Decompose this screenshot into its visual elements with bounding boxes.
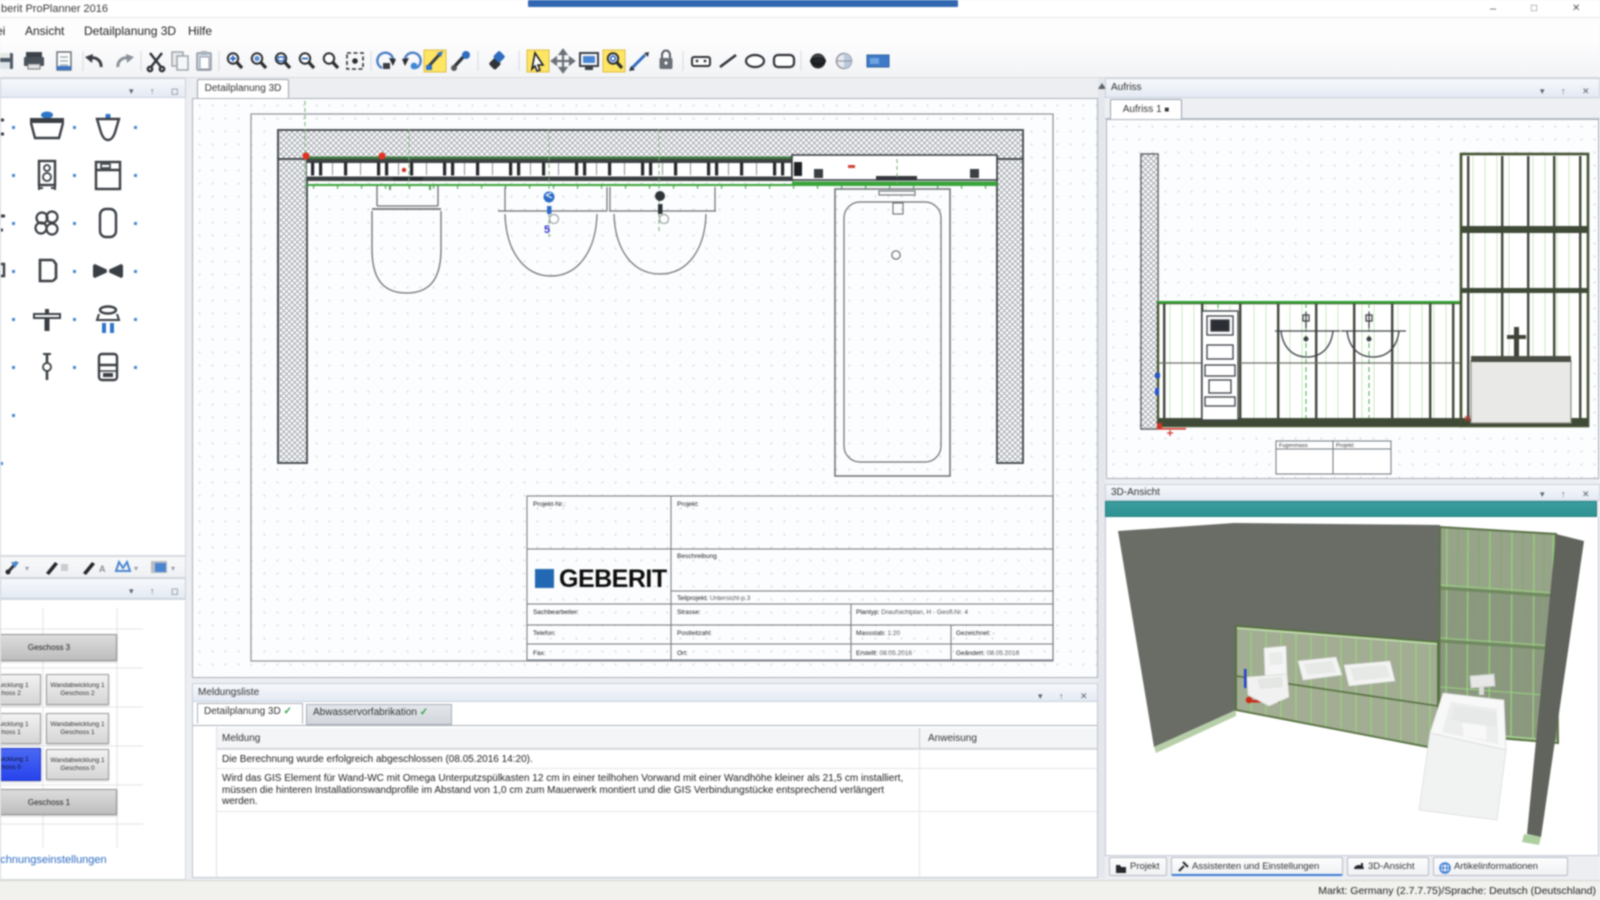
svg-text:Gezeichnet: -: Gezeichnet: - [956, 630, 995, 637]
svg-text:Projekt-Nr.:: Projekt-Nr.: [533, 501, 566, 508]
svg-text:Erstellt: 08.05.2016: Erstellt: 08.05.2016 [856, 650, 912, 657]
svg-text:▾: ▾ [171, 564, 175, 573]
svg-text:Sachbearbeiter:: Sachbearbeiter: [533, 609, 579, 616]
svg-text:Fugenmass: Fugenmass [1279, 443, 1308, 449]
svg-text:Teilprojekt: Untersicht-p 3: Teilprojekt: Untersicht-p 3 [677, 595, 751, 602]
svg-text:Projekt:: Projekt: [1336, 443, 1355, 449]
svg-text:Strasse:: Strasse: [677, 609, 701, 616]
svg-text:Geändert: 08.05.2016: Geändert: 08.05.2016 [956, 650, 1020, 657]
svg-text:A: A [99, 564, 106, 574]
svg-text:Beschreibung: Beschreibung [677, 553, 717, 560]
svg-text:Projekt:: Projekt: [677, 501, 699, 508]
svg-text:GEBERIT: GEBERIT [559, 565, 667, 593]
svg-text:▾: ▾ [134, 564, 138, 573]
svg-text:5: 5 [544, 224, 550, 236]
svg-text:Ort:: Ort: [677, 650, 688, 657]
svg-text:Plantyp: Draufsichtplan, H - G: Plantyp: Draufsichtplan, H - Geofl.Nr. 4 [856, 609, 968, 616]
svg-text:Postleitzahl:: Postleitzahl: [677, 630, 712, 637]
svg-text:▾: ▾ [25, 564, 29, 573]
svg-text:Telefon:: Telefon: [533, 630, 556, 637]
svg-text:Massstab: 1:20: Massstab: 1:20 [856, 630, 900, 637]
svg-text:Fax:: Fax: [533, 650, 546, 657]
